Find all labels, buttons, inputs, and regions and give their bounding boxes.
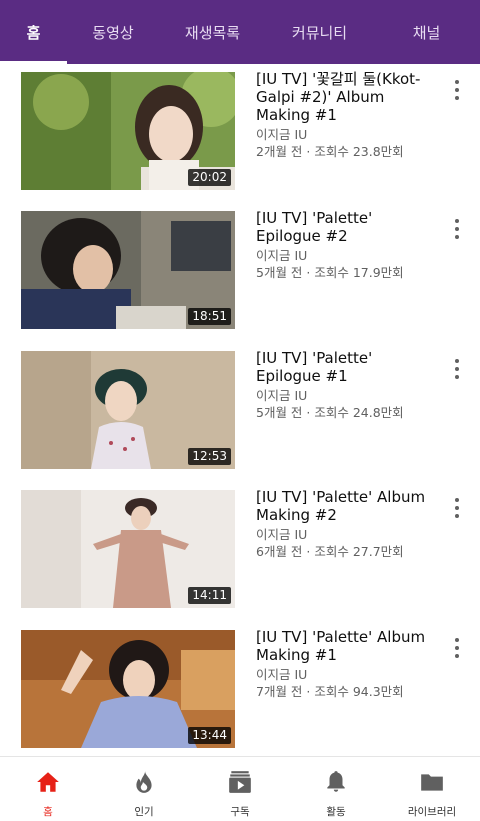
channel-name: 이지금 IU — [256, 388, 308, 403]
video-thumbnail[interactable]: 18:51 — [21, 211, 235, 329]
channel-name: 이지금 IU — [256, 527, 308, 542]
video-stats: 7개월 전 · 조회수 94.3만회 — [256, 684, 404, 699]
trending-icon — [136, 771, 152, 793]
video-stats: 2개월 전 · 조회수 23.8만회 — [256, 144, 404, 159]
video-meta[interactable]: [IU TV] '꽃갈피 둘(Kkot-Galpi #2)' Album Mak… — [256, 70, 436, 160]
video-stats: 5개월 전 · 조회수 24.8만회 — [256, 405, 404, 420]
video-thumbnail[interactable]: 14:11 — [21, 490, 235, 608]
tab-channels[interactable]: 채널 — [373, 0, 480, 64]
nav-trending[interactable]: 인기 — [96, 757, 192, 821]
tab-community[interactable]: 커뮤니티 — [266, 0, 373, 64]
nav-label: 인기 — [134, 806, 154, 818]
more-options-icon[interactable] — [447, 357, 467, 381]
bell-icon — [327, 771, 345, 792]
more-options-icon[interactable] — [447, 496, 467, 520]
subscriptions-icon — [229, 771, 251, 793]
video-thumbnail[interactable]: 13:44 — [21, 630, 235, 748]
video-meta[interactable]: [IU TV] 'Palette' Epilogue #2 이지금 IU 5개월… — [256, 209, 436, 281]
video-meta[interactable]: [IU TV] 'Palette' Album Making #2 이지금 IU… — [256, 488, 436, 560]
video-duration: 14:11 — [188, 587, 231, 604]
video-duration: 18:51 — [188, 308, 231, 325]
video-meta[interactable]: [IU TV] 'Palette' Album Making #1 이지금 IU… — [256, 628, 436, 700]
video-item[interactable]: 14:11 [IU TV] 'Palette' Album Making #2 … — [0, 482, 480, 608]
video-item[interactable]: 20:02 [IU TV] '꽃갈피 둘(Kkot-Galpi #2)' Alb… — [0, 64, 480, 190]
video-title[interactable]: [IU TV] '꽃갈피 둘(Kkot-Galpi #2)' Album Mak… — [256, 70, 436, 124]
video-duration: 20:02 — [188, 169, 231, 186]
channel-name: 이지금 IU — [256, 127, 308, 142]
folder-icon — [421, 774, 443, 791]
tab-videos[interactable]: 동영상 — [67, 0, 159, 64]
nav-library[interactable]: 라이브러리 — [384, 757, 480, 821]
video-title[interactable]: [IU TV] 'Palette' Epilogue #2 — [256, 209, 436, 245]
video-duration: 13:44 — [188, 727, 231, 744]
tab-home[interactable]: 홈 — [0, 0, 67, 64]
nav-label: 홈 — [43, 806, 53, 818]
video-stats: 5개월 전 · 조회수 17.9만회 — [256, 265, 404, 280]
video-item[interactable]: 18:51 [IU TV] 'Palette' Epilogue #2 이지금 … — [0, 203, 480, 329]
more-options-icon[interactable] — [447, 636, 467, 660]
video-item[interactable]: 13:44 [IU TV] 'Palette' Album Making #1 … — [0, 622, 480, 748]
video-thumbnail[interactable]: 20:02 — [21, 72, 235, 190]
video-meta[interactable]: [IU TV] 'Palette' Epilogue #1 이지금 IU 5개월… — [256, 349, 436, 421]
nav-activity[interactable]: 활동 — [288, 757, 384, 821]
video-title[interactable]: [IU TV] 'Palette' Album Making #1 — [256, 628, 436, 664]
tab-playlists[interactable]: 재생목록 — [159, 0, 266, 64]
nav-home[interactable]: 홈 — [0, 757, 96, 821]
video-duration: 12:53 — [188, 448, 231, 465]
video-title[interactable]: [IU TV] 'Palette' Epilogue #1 — [256, 349, 436, 385]
nav-label: 활동 — [326, 806, 346, 818]
home-icon — [37, 772, 59, 792]
video-stats: 6개월 전 · 조회수 27.7만회 — [256, 544, 404, 559]
more-options-icon[interactable] — [447, 217, 467, 241]
video-list: 20:02 [IU TV] '꽃갈피 둘(Kkot-Galpi #2)' Alb… — [0, 64, 480, 756]
nav-subscriptions[interactable]: 구독 — [192, 757, 288, 821]
video-thumbnail[interactable]: 12:53 — [21, 351, 235, 469]
channel-tab-bar: 홈 동영상 재생목록 커뮤니티 채널 — [0, 0, 480, 64]
nav-label: 구독 — [230, 806, 250, 818]
video-item[interactable]: 12:53 [IU TV] 'Palette' Epilogue #1 이지금 … — [0, 343, 480, 469]
more-options-icon[interactable] — [447, 78, 467, 102]
video-title[interactable]: [IU TV] 'Palette' Album Making #2 — [256, 488, 436, 524]
channel-name: 이지금 IU — [256, 248, 308, 263]
bottom-navigation: 홈 인기 구독 활동 라이브러리 — [0, 756, 480, 821]
channel-name: 이지금 IU — [256, 667, 308, 682]
nav-label: 라이브러리 — [407, 806, 457, 818]
